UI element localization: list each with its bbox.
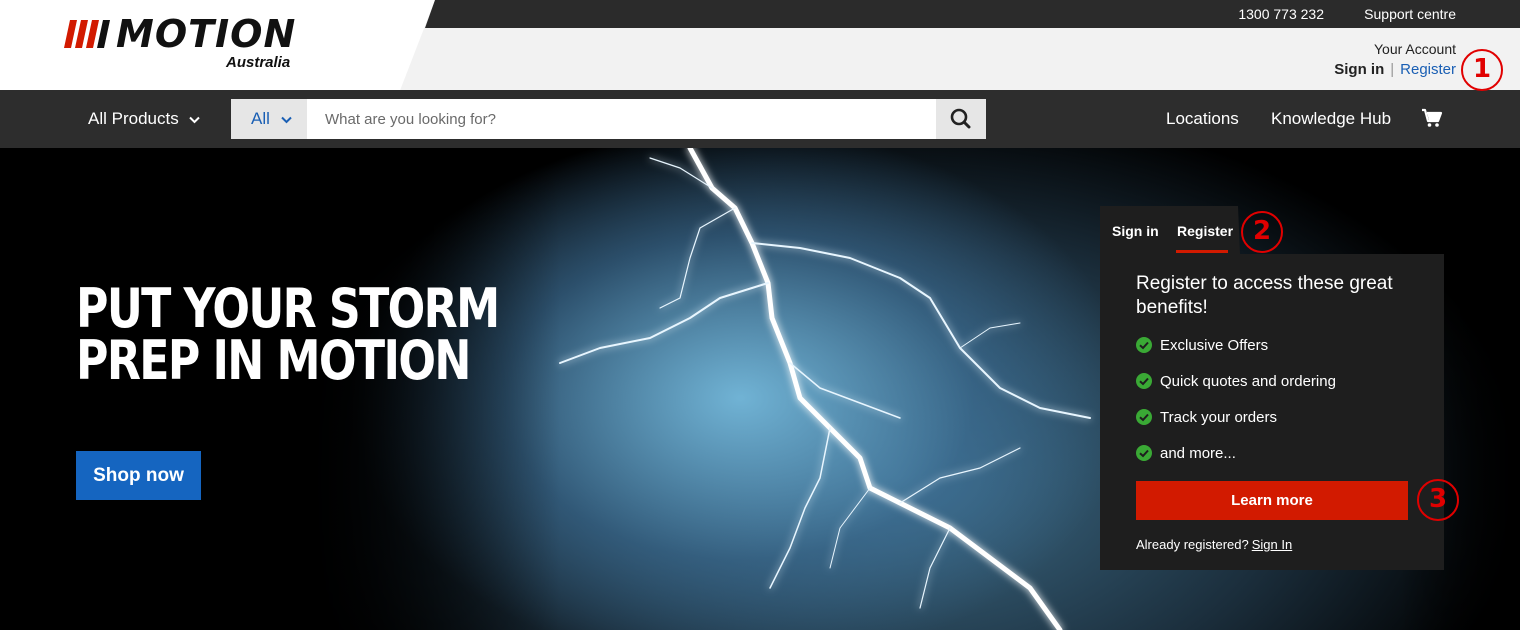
search-button[interactable]: [936, 99, 986, 139]
your-account-label: Your Account: [1374, 41, 1456, 57]
annotation-marker-3: 3: [1417, 479, 1459, 521]
check-icon: [1136, 409, 1152, 425]
already-registered-text: Already registered?: [1136, 537, 1249, 552]
search-bar: All: [231, 99, 986, 139]
support-centre-link[interactable]: Support centre: [1364, 6, 1456, 22]
locations-link[interactable]: Locations: [1166, 109, 1239, 129]
logo-subtitle: Australia: [226, 54, 291, 71]
logo-text: MOTION: [116, 12, 297, 56]
tab-sign-in[interactable]: Sign in: [1112, 223, 1159, 239]
hero-title-line1: PUT YOUR STORM: [76, 277, 500, 340]
phone-number-link[interactable]: 1300 773 232: [1238, 6, 1324, 22]
check-icon: [1136, 373, 1152, 389]
search-input[interactable]: [307, 99, 936, 139]
already-registered: Already registered? Sign In: [1136, 537, 1292, 552]
cart-icon[interactable]: [1421, 108, 1443, 128]
header-register-link[interactable]: Register: [1400, 61, 1456, 78]
annotation-marker-1: 1: [1461, 49, 1503, 91]
check-icon: [1136, 337, 1152, 353]
benefit-text: Track your orders: [1160, 409, 1277, 426]
knowledge-hub-link[interactable]: Knowledge Hub: [1271, 109, 1391, 129]
shop-now-button[interactable]: Shop now: [76, 451, 201, 500]
chevron-down-icon: [280, 116, 292, 123]
annotation-marker-2: 2: [1241, 211, 1283, 253]
benefit-text: Quick quotes and ordering: [1160, 373, 1336, 390]
register-heading: Register to access these great benefits!: [1136, 273, 1393, 318]
check-icon: [1136, 445, 1152, 461]
utility-bar: 1300 773 232 Support centre: [425, 0, 1520, 28]
account-links: Sign in | Register: [1334, 61, 1456, 78]
panel-sign-in-link[interactable]: Sign In: [1252, 537, 1292, 552]
all-products-menu[interactable]: All Products: [88, 109, 201, 129]
search-scope-dropdown[interactable]: All: [231, 99, 307, 139]
account-tabs: Sign in Register: [1100, 206, 1240, 254]
benefit-text: and more...: [1160, 445, 1236, 462]
active-tab-underline: [1176, 250, 1228, 253]
header-top: MOTION Australia 1300 773 232 Support ce…: [0, 0, 1520, 90]
learn-more-button[interactable]: Learn more: [1136, 481, 1408, 520]
logo-bars-icon: [64, 20, 110, 48]
main-nav: All Products All Locations Knowledge Hub: [0, 90, 1520, 148]
all-products-label: All Products: [88, 109, 179, 128]
benefit-text: Exclusive Offers: [1160, 337, 1269, 354]
tab-register[interactable]: Register: [1177, 223, 1233, 239]
hero-title: PUT YOUR STORM PREP IN MOTION: [76, 277, 500, 392]
register-panel: Register to access these great benefits!…: [1100, 254, 1444, 570]
header-sign-in-link[interactable]: Sign in: [1334, 61, 1384, 78]
search-scope-label: All: [251, 109, 270, 128]
search-icon: [950, 108, 971, 129]
hero-title-line2: PREP IN MOTION: [76, 329, 471, 392]
account-separator: |: [1390, 61, 1395, 78]
chevron-down-icon: [189, 116, 201, 123]
